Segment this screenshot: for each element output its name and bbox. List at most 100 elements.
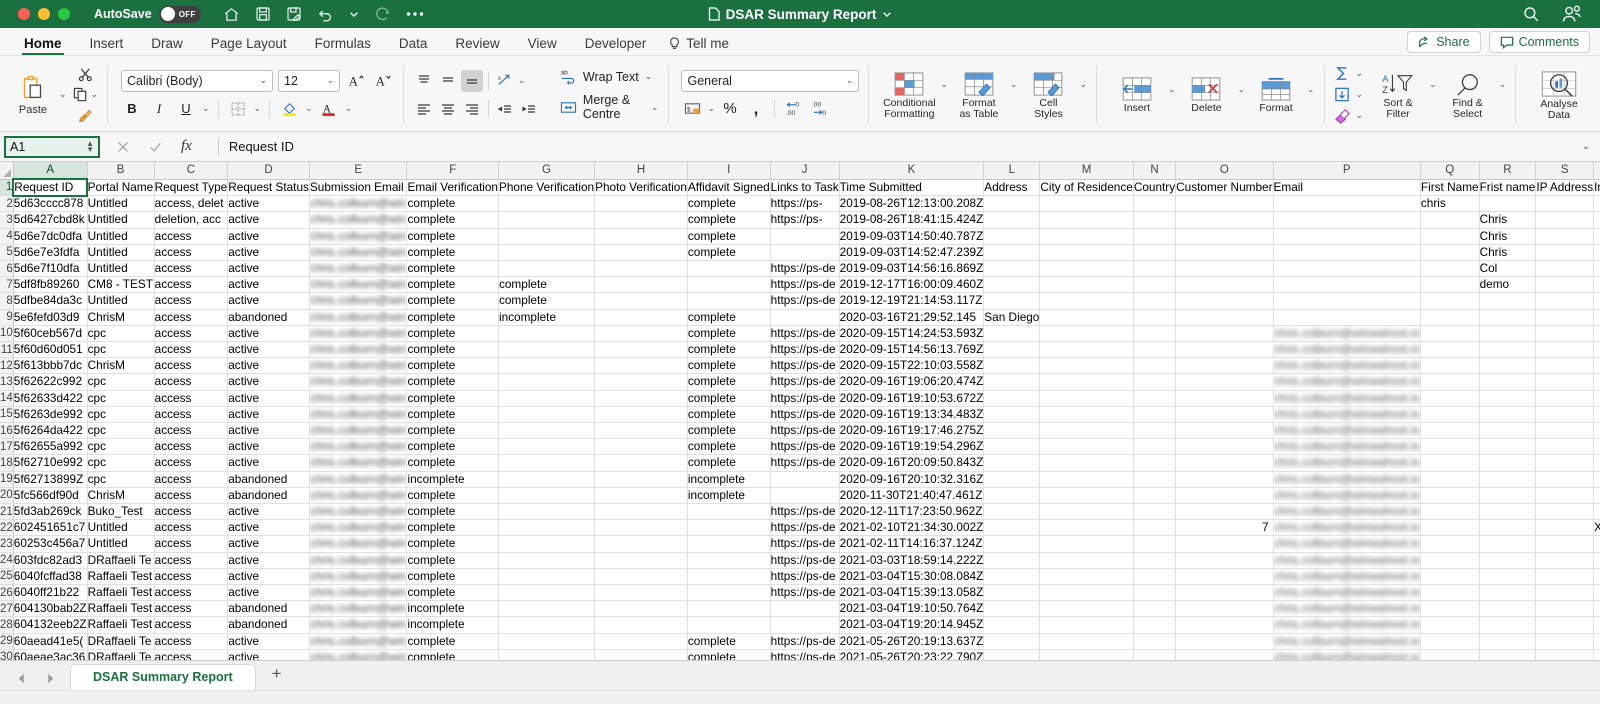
- cell-c27[interactable]: access: [154, 600, 229, 618]
- row-header-12[interactable]: 12: [0, 357, 14, 375]
- tab-view[interactable]: View: [514, 34, 571, 55]
- format-as-table-button[interactable]: Format as Table: [948, 69, 1010, 121]
- cell-e4[interactable]: chris.colburn@win: [309, 228, 408, 245]
- cell-i16[interactable]: complete: [687, 422, 771, 440]
- cell-n14[interactable]: [1133, 390, 1177, 407]
- find-select-button[interactable]: Find & Select: [1437, 69, 1499, 121]
- cell-s12[interactable]: [1535, 357, 1595, 375]
- cell-t6[interactable]: [1593, 260, 1600, 278]
- cell-t22[interactable]: XXXX-XXXX-XX-XX: [1593, 519, 1600, 537]
- cell-i8[interactable]: [687, 292, 771, 310]
- cell-d17[interactable]: active: [227, 438, 310, 456]
- header-cell-t[interactable]: Internal User: [1593, 179, 1600, 197]
- cell-f8[interactable]: complete: [406, 292, 499, 310]
- cell-s4[interactable]: [1535, 228, 1595, 245]
- cell-r30[interactable]: [1479, 649, 1537, 660]
- align-center-button[interactable]: [437, 98, 459, 120]
- table-row[interactable]: 23 60253c456a7 Untitled access active chris.c…: [0, 535, 1600, 553]
- cell-n23[interactable]: [1133, 535, 1177, 553]
- cell-n28[interactable]: [1133, 616, 1177, 634]
- cell-g14[interactable]: [498, 390, 596, 407]
- cell-c17[interactable]: access: [154, 438, 229, 456]
- increase-font-size-button[interactable]: A: [345, 70, 367, 92]
- cell-l19[interactable]: [983, 471, 1041, 488]
- column-header-p[interactable]: P: [1273, 162, 1421, 180]
- merge-centre-button[interactable]: Merge & Centre ⌄: [560, 93, 659, 121]
- cell-t7[interactable]: [1593, 276, 1600, 294]
- row-header-8[interactable]: 8: [0, 292, 14, 310]
- cell-g13[interactable]: [498, 373, 596, 391]
- row-header-13[interactable]: 13: [0, 373, 14, 391]
- cell-p18[interactable]: chris.colburn@winwahost.io: [1273, 454, 1421, 472]
- cell-r24[interactable]: [1479, 552, 1537, 569]
- cell-t27[interactable]: [1593, 600, 1600, 618]
- cell-o25[interactable]: [1175, 568, 1274, 586]
- cell-e2[interactable]: chris.colburn@win: [309, 195, 408, 213]
- column-header-c[interactable]: C: [154, 162, 229, 180]
- cell-l27[interactable]: [983, 600, 1041, 618]
- cell-o11[interactable]: [1175, 341, 1274, 359]
- cell-g4[interactable]: [498, 228, 596, 245]
- header-cell-i[interactable]: Affidavit Signed: [687, 179, 771, 197]
- table-row[interactable]: 3 5d6427cbd8k Untitled deletion, acc active c…: [0, 211, 1600, 229]
- header-cell-j[interactable]: Links to Task: [770, 179, 840, 197]
- tell-me-search[interactable]: Tell me: [660, 34, 739, 55]
- cell-p21[interactable]: chris.colburn@winwahost.io: [1273, 503, 1421, 521]
- cell-d20[interactable]: abandoned: [227, 487, 310, 505]
- cell-i23[interactable]: [687, 535, 771, 553]
- cell-d19[interactable]: abandoned: [227, 471, 310, 488]
- cell-i27[interactable]: [687, 600, 771, 618]
- cell-c4[interactable]: access: [154, 228, 229, 245]
- cell-p9[interactable]: [1273, 309, 1421, 326]
- cell-h27[interactable]: [594, 600, 688, 618]
- row-header-15[interactable]: 15: [0, 406, 14, 424]
- cell-s30[interactable]: [1535, 649, 1595, 660]
- cell-a18[interactable]: 5f62710e992: [13, 454, 88, 472]
- cell-n16[interactable]: [1133, 422, 1177, 440]
- cell-h21[interactable]: [594, 503, 688, 521]
- cell-n2[interactable]: [1133, 195, 1177, 213]
- cell-s17[interactable]: [1535, 438, 1595, 456]
- find-select-chevron-down-icon[interactable]: ⌄: [1499, 79, 1507, 90]
- tab-formulas[interactable]: Formulas: [301, 34, 385, 55]
- cell-a4[interactable]: 5d6e7dc0dfa: [13, 228, 88, 245]
- cell-b29[interactable]: DRaffaeli Te: [87, 633, 155, 650]
- cell-n6[interactable]: [1133, 260, 1177, 278]
- cell-n24[interactable]: [1133, 552, 1177, 569]
- cell-g21[interactable]: [498, 503, 596, 521]
- row-header-24[interactable]: 24: [0, 552, 14, 569]
- cell-o28[interactable]: [1175, 616, 1274, 634]
- decrease-indent-button[interactable]: [494, 98, 516, 120]
- cell-k29[interactable]: 2021-05-26T20:19:13.637Z: [839, 633, 985, 650]
- header-cell-c[interactable]: Request Type: [154, 179, 229, 197]
- cell-b11[interactable]: cpc: [87, 341, 155, 359]
- undo-chevron-down-icon[interactable]: [349, 9, 359, 19]
- cell-g23[interactable]: [498, 535, 596, 553]
- cell-e12[interactable]: chris.colburn@win: [309, 357, 408, 375]
- cell-j22[interactable]: https://ps-de: [770, 519, 840, 537]
- cell-r26[interactable]: [1479, 584, 1537, 602]
- cell-l11[interactable]: [983, 341, 1041, 359]
- cell-r9[interactable]: [1479, 309, 1537, 326]
- cell-p24[interactable]: chris.colburn@winwahost.io: [1273, 552, 1421, 569]
- cell-e5[interactable]: chris.colburn@win: [309, 244, 408, 262]
- cell-o29[interactable]: [1175, 633, 1274, 650]
- cell-l22[interactable]: [983, 519, 1041, 537]
- font-name-select[interactable]: Calibri (Body) ⌄: [121, 69, 273, 92]
- cell-e22[interactable]: chris.colburn@win: [309, 519, 408, 537]
- cell-o24[interactable]: [1175, 552, 1274, 569]
- header-cell-h[interactable]: Photo Verification: [594, 179, 688, 197]
- cell-k18[interactable]: 2020-09-16T20:09:50.843Z: [839, 454, 985, 472]
- cell-d24[interactable]: active: [227, 552, 310, 569]
- cell-j9[interactable]: [770, 309, 840, 326]
- next-sheet-icon[interactable]: [45, 673, 56, 684]
- cell-a15[interactable]: 5f6263de992: [13, 406, 88, 424]
- cell-h26[interactable]: [594, 584, 688, 602]
- cell-o9[interactable]: [1175, 309, 1274, 326]
- orientation-chevron-down-icon[interactable]: ⌄: [518, 75, 526, 86]
- cell-j13[interactable]: https://ps-de: [770, 373, 840, 391]
- row-header-23[interactable]: 23: [0, 535, 14, 553]
- cell-i10[interactable]: complete: [687, 325, 771, 343]
- cell-e11[interactable]: chris.colburn@win: [309, 341, 408, 359]
- cell-b6[interactable]: Untitled: [87, 260, 155, 278]
